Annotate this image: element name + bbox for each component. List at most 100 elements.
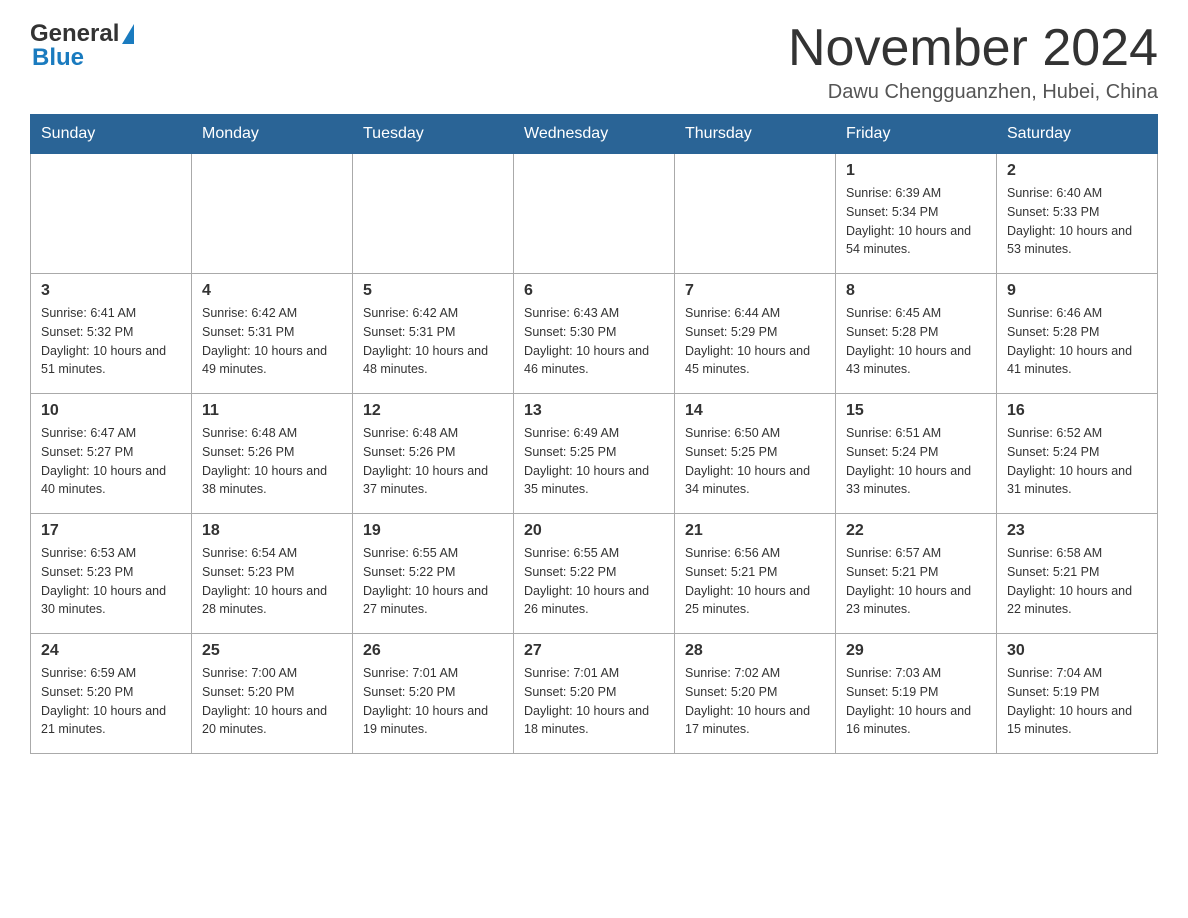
calendar-cell: 18 Sunrise: 6:54 AMSunset: 5:23 PMDayligh… xyxy=(192,514,353,634)
calendar-week-row: 3 Sunrise: 6:41 AMSunset: 5:32 PMDaylight… xyxy=(31,274,1158,394)
day-number: 18 xyxy=(202,522,342,540)
day-info: Sunrise: 6:54 AMSunset: 5:23 PMDaylight:… xyxy=(202,544,342,619)
day-info: Sunrise: 6:56 AMSunset: 5:21 PMDaylight:… xyxy=(685,544,825,619)
title-area: November 2024 Dawu Chengguanzhen, Hubei,… xyxy=(788,20,1158,104)
day-info: Sunrise: 6:47 AMSunset: 5:27 PMDaylight:… xyxy=(41,424,181,499)
calendar-cell: 15 Sunrise: 6:51 AMSunset: 5:24 PMDayligh… xyxy=(836,394,997,514)
month-year-title: November 2024 xyxy=(788,20,1158,77)
calendar-week-row: 1 Sunrise: 6:39 AMSunset: 5:34 PMDaylight… xyxy=(31,154,1158,274)
calendar-cell: 3 Sunrise: 6:41 AMSunset: 5:32 PMDaylight… xyxy=(31,274,192,394)
calendar-week-row: 10 Sunrise: 6:47 AMSunset: 5:27 PMDayligh… xyxy=(31,394,1158,514)
day-info: Sunrise: 6:43 AMSunset: 5:30 PMDaylight:… xyxy=(524,304,664,379)
calendar-cell: 25 Sunrise: 7:00 AMSunset: 5:20 PMDayligh… xyxy=(192,634,353,754)
calendar-cell: 14Sunrise: 6:50 AMSunset: 5:25 PMDayligh… xyxy=(675,394,836,514)
calendar-week-row: 24 Sunrise: 6:59 AMSunset: 5:20 PMDayligh… xyxy=(31,634,1158,754)
day-info: Sunrise: 6:50 AMSunset: 5:25 PMDaylight:… xyxy=(685,424,825,499)
day-info: Sunrise: 7:00 AMSunset: 5:20 PMDaylight:… xyxy=(202,664,342,739)
day-number: 7 xyxy=(685,282,825,300)
calendar-cell xyxy=(514,154,675,274)
logo-blue-text: Blue xyxy=(32,44,84,72)
calendar-cell: 30 Sunrise: 7:04 AMSunset: 5:19 PMDayligh… xyxy=(997,634,1158,754)
calendar-cell: 16 Sunrise: 6:52 AMSunset: 5:24 PMDayligh… xyxy=(997,394,1158,514)
day-info: Sunrise: 6:58 AMSunset: 5:21 PMDaylight:… xyxy=(1007,544,1147,619)
calendar-cell: 27Sunrise: 7:01 AMSunset: 5:20 PMDayligh… xyxy=(514,634,675,754)
day-number: 20 xyxy=(524,522,664,540)
day-number: 1 xyxy=(846,162,986,180)
day-number: 22 xyxy=(846,522,986,540)
page-header: General Blue November 2024 Dawu Chenggua… xyxy=(30,20,1158,104)
day-info: Sunrise: 6:52 AMSunset: 5:24 PMDaylight:… xyxy=(1007,424,1147,499)
calendar-cell: 17 Sunrise: 6:53 AMSunset: 5:23 PMDayligh… xyxy=(31,514,192,634)
day-number: 15 xyxy=(846,402,986,420)
weekday-header-wednesday: Wednesday xyxy=(514,115,675,154)
day-info: Sunrise: 7:01 AMSunset: 5:20 PMDaylight:… xyxy=(363,664,503,739)
day-number: 27 xyxy=(524,642,664,660)
day-number: 10 xyxy=(41,402,181,420)
day-info: Sunrise: 7:04 AMSunset: 5:19 PMDaylight:… xyxy=(1007,664,1147,739)
day-info: Sunrise: 6:51 AMSunset: 5:24 PMDaylight:… xyxy=(846,424,986,499)
day-info: Sunrise: 6:49 AMSunset: 5:25 PMDaylight:… xyxy=(524,424,664,499)
day-number: 24 xyxy=(41,642,181,660)
day-info: Sunrise: 6:48 AMSunset: 5:26 PMDaylight:… xyxy=(202,424,342,499)
logo-arrow-icon xyxy=(122,24,134,44)
calendar-cell xyxy=(353,154,514,274)
day-info: Sunrise: 7:02 AMSunset: 5:20 PMDaylight:… xyxy=(685,664,825,739)
day-number: 23 xyxy=(1007,522,1147,540)
calendar-table: SundayMondayTuesdayWednesdayThursdayFrid… xyxy=(30,114,1158,754)
calendar-cell: 6 Sunrise: 6:43 AMSunset: 5:30 PMDaylight… xyxy=(514,274,675,394)
day-info: Sunrise: 6:59 AMSunset: 5:20 PMDaylight:… xyxy=(41,664,181,739)
calendar-cell: 4Sunrise: 6:42 AMSunset: 5:31 PMDaylight… xyxy=(192,274,353,394)
calendar-cell: 20Sunrise: 6:55 AMSunset: 5:22 PMDayligh… xyxy=(514,514,675,634)
day-info: Sunrise: 6:55 AMSunset: 5:22 PMDaylight:… xyxy=(363,544,503,619)
day-number: 2 xyxy=(1007,162,1147,180)
day-number: 25 xyxy=(202,642,342,660)
calendar-week-row: 17 Sunrise: 6:53 AMSunset: 5:23 PMDayligh… xyxy=(31,514,1158,634)
calendar-cell: 29 Sunrise: 7:03 AMSunset: 5:19 PMDayligh… xyxy=(836,634,997,754)
calendar-cell: 9 Sunrise: 6:46 AMSunset: 5:28 PMDaylight… xyxy=(997,274,1158,394)
day-info: Sunrise: 6:42 AMSunset: 5:31 PMDaylight:… xyxy=(363,304,503,379)
calendar-cell xyxy=(31,154,192,274)
weekday-header-sunday: Sunday xyxy=(31,115,192,154)
day-number: 16 xyxy=(1007,402,1147,420)
day-number: 26 xyxy=(363,642,503,660)
calendar-cell: 7Sunrise: 6:44 AMSunset: 5:29 PMDaylight… xyxy=(675,274,836,394)
day-number: 6 xyxy=(524,282,664,300)
day-number: 17 xyxy=(41,522,181,540)
day-number: 29 xyxy=(846,642,986,660)
weekday-header-friday: Friday xyxy=(836,115,997,154)
day-number: 8 xyxy=(846,282,986,300)
day-info: Sunrise: 6:53 AMSunset: 5:23 PMDaylight:… xyxy=(41,544,181,619)
day-number: 9 xyxy=(1007,282,1147,300)
calendar-cell: 1 Sunrise: 6:39 AMSunset: 5:34 PMDaylight… xyxy=(836,154,997,274)
calendar-cell: 5 Sunrise: 6:42 AMSunset: 5:31 PMDaylight… xyxy=(353,274,514,394)
weekday-header-row: SundayMondayTuesdayWednesdayThursdayFrid… xyxy=(31,115,1158,154)
day-number: 11 xyxy=(202,402,342,420)
calendar-cell: 10 Sunrise: 6:47 AMSunset: 5:27 PMDayligh… xyxy=(31,394,192,514)
calendar-cell: 13Sunrise: 6:49 AMSunset: 5:25 PMDayligh… xyxy=(514,394,675,514)
day-info: Sunrise: 6:41 AMSunset: 5:32 PMDaylight:… xyxy=(41,304,181,379)
calendar-cell: 23 Sunrise: 6:58 AMSunset: 5:21 PMDayligh… xyxy=(997,514,1158,634)
calendar-cell: 19 Sunrise: 6:55 AMSunset: 5:22 PMDayligh… xyxy=(353,514,514,634)
day-info: Sunrise: 6:39 AMSunset: 5:34 PMDaylight:… xyxy=(846,184,986,259)
calendar-cell: 2 Sunrise: 6:40 AMSunset: 5:33 PMDaylight… xyxy=(997,154,1158,274)
calendar-cell: 26 Sunrise: 7:01 AMSunset: 5:20 PMDayligh… xyxy=(353,634,514,754)
weekday-header-tuesday: Tuesday xyxy=(353,115,514,154)
calendar-cell: 8 Sunrise: 6:45 AMSunset: 5:28 PMDaylight… xyxy=(836,274,997,394)
weekday-header-monday: Monday xyxy=(192,115,353,154)
day-number: 19 xyxy=(363,522,503,540)
day-info: Sunrise: 6:42 AMSunset: 5:31 PMDaylight:… xyxy=(202,304,342,379)
logo: General Blue xyxy=(30,20,134,72)
weekday-header-thursday: Thursday xyxy=(675,115,836,154)
day-info: Sunrise: 6:40 AMSunset: 5:33 PMDaylight:… xyxy=(1007,184,1147,259)
day-info: Sunrise: 6:45 AMSunset: 5:28 PMDaylight:… xyxy=(846,304,986,379)
day-number: 3 xyxy=(41,282,181,300)
day-number: 30 xyxy=(1007,642,1147,660)
weekday-header-saturday: Saturday xyxy=(997,115,1158,154)
day-info: Sunrise: 6:46 AMSunset: 5:28 PMDaylight:… xyxy=(1007,304,1147,379)
day-number: 5 xyxy=(363,282,503,300)
day-info: Sunrise: 7:03 AMSunset: 5:19 PMDaylight:… xyxy=(846,664,986,739)
calendar-cell: 21Sunrise: 6:56 AMSunset: 5:21 PMDayligh… xyxy=(675,514,836,634)
day-info: Sunrise: 6:48 AMSunset: 5:26 PMDaylight:… xyxy=(363,424,503,499)
calendar-cell: 24 Sunrise: 6:59 AMSunset: 5:20 PMDayligh… xyxy=(31,634,192,754)
calendar-cell: 12Sunrise: 6:48 AMSunset: 5:26 PMDayligh… xyxy=(353,394,514,514)
